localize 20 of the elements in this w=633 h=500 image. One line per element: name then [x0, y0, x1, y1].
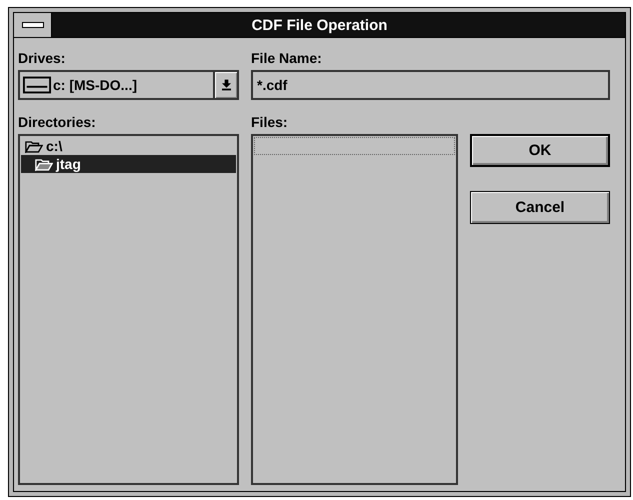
cancel-button[interactable]: Cancel — [470, 191, 610, 224]
file-name-field[interactable]: *.cdf — [251, 70, 610, 100]
drive-value: c: [MS-DO...] — [53, 77, 138, 93]
control-menu-button[interactable] — [14, 13, 52, 37]
window-title: CDF File Operation — [250, 16, 388, 34]
drives-dropdown[interactable]: c: [MS-DO...] — [18, 70, 239, 100]
drives-label: Drives: — [18, 50, 66, 66]
drive-icon — [23, 75, 51, 95]
directories-label: Directories: — [18, 114, 96, 130]
open-folder-icon — [25, 140, 43, 152]
ok-button[interactable]: OK — [470, 134, 610, 167]
directory-item[interactable]: jtag — [21, 155, 236, 173]
dropdown-button[interactable] — [213, 72, 237, 98]
down-arrow-icon — [222, 79, 230, 91]
open-folder-icon — [35, 158, 53, 170]
directory-item[interactable]: c:\ — [21, 137, 236, 155]
files-list[interactable] — [251, 134, 458, 485]
files-label: Files: — [251, 114, 288, 130]
file-name-label: File Name: — [251, 50, 322, 66]
directories-list[interactable]: c:\ jtag — [18, 134, 239, 485]
